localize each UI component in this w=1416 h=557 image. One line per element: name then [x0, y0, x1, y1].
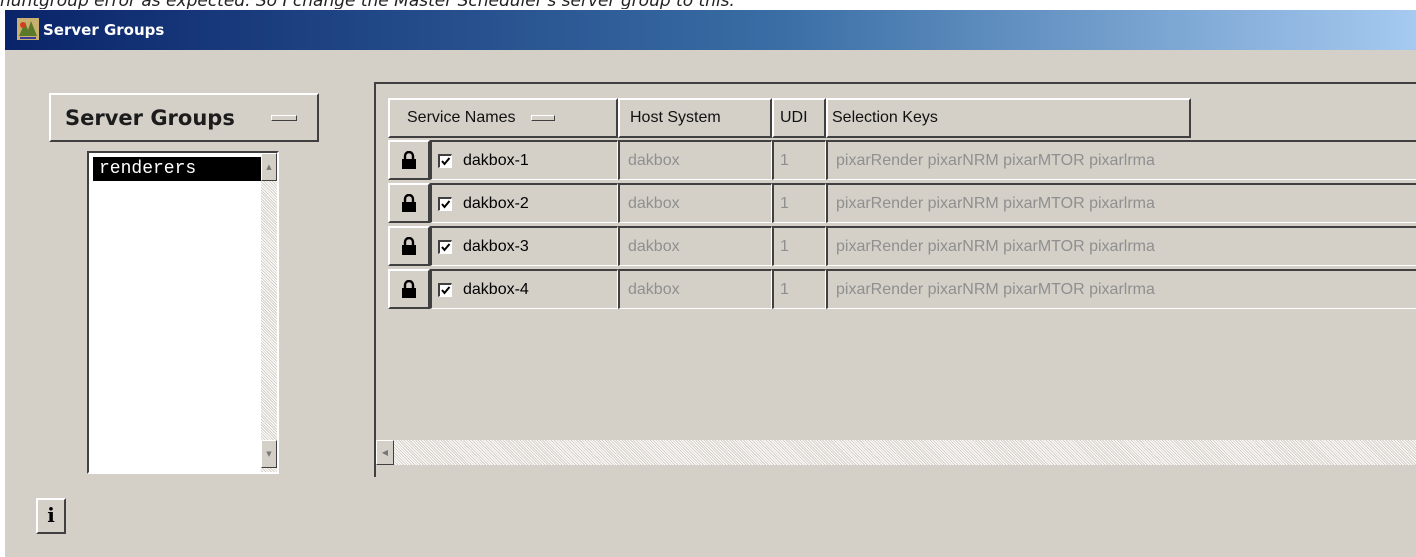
host-system-cell: dakbox: [618, 226, 772, 266]
checkmark-icon: [441, 199, 451, 209]
udi-cell: 1: [772, 226, 826, 266]
service-name: dakbox-3: [463, 237, 529, 255]
scroll-left-arrow-icon[interactable]: ◀: [376, 440, 394, 465]
lock-icon: [402, 151, 416, 169]
host-system-cell: dakbox: [618, 183, 772, 223]
service-name-cell: dakbox-1: [430, 140, 618, 180]
host-system-cell: dakbox: [618, 269, 772, 309]
column-header-udi[interactable]: UDI: [772, 98, 826, 138]
service-enabled-checkbox[interactable]: [438, 239, 452, 254]
info-icon: i: [47, 503, 55, 527]
lock-icon: [402, 194, 416, 212]
checkmark-icon: [441, 242, 451, 252]
udi-cell: 1: [772, 269, 826, 309]
service-name-cell: dakbox-2: [430, 183, 618, 223]
service-names-menu-button[interactable]: Service Names: [388, 98, 618, 138]
scroll-down-arrow-icon[interactable]: ▼: [261, 440, 277, 468]
host-system-cell: dakbox: [618, 140, 772, 180]
title-bar[interactable]: Server Groups: [5, 10, 1416, 50]
lock-button[interactable]: [388, 183, 430, 223]
vertical-scrollbar[interactable]: ▲ ▼: [261, 153, 277, 472]
info-button[interactable]: i: [36, 498, 66, 534]
service-name-cell: dakbox-4: [430, 269, 618, 309]
lock-button[interactable]: [388, 140, 430, 180]
selection-keys-cell: pixarRender pixarNRM pixarMTOR pixarlrma: [826, 183, 1416, 223]
lock-button[interactable]: [388, 269, 430, 309]
horizontal-scrollbar[interactable]: ◀: [376, 440, 1416, 465]
column-header-selection-keys[interactable]: Selection Keys: [826, 98, 1191, 138]
service-name: dakbox-4: [463, 280, 529, 298]
window-title: Server Groups: [43, 21, 165, 39]
service-name: dakbox-1: [463, 151, 529, 169]
scroll-up-arrow-icon[interactable]: ▲: [261, 153, 277, 181]
service-name-cell: dakbox-3: [430, 226, 618, 266]
menu-indicator-icon: [531, 115, 556, 121]
column-header-host-system[interactable]: Host System: [618, 98, 772, 138]
udi-cell: 1: [772, 140, 826, 180]
server-groups-window: Server Groups Server Groups renderers ▲ …: [4, 9, 1416, 557]
server-groups-listbox[interactable]: renderers: [91, 155, 261, 470]
service-name: dakbox-2: [463, 194, 529, 212]
checkmark-icon: [441, 285, 451, 295]
service-enabled-checkbox[interactable]: [438, 282, 452, 297]
list-item[interactable]: renderers: [93, 157, 261, 181]
selection-keys-cell: pixarRender pixarNRM pixarMTOR pixarlrma: [826, 269, 1416, 309]
table-row[interactable]: dakbox-3 dakbox 1 pixarRender pixarNRM p…: [388, 226, 1416, 266]
service-enabled-checkbox[interactable]: [438, 196, 452, 211]
server-groups-menu-button[interactable]: Server Groups: [49, 93, 319, 142]
lock-button[interactable]: [388, 226, 430, 266]
service-enabled-checkbox[interactable]: [438, 153, 452, 168]
services-table: Service Names Host System UDI Selection …: [374, 82, 1416, 477]
table-row[interactable]: dakbox-4 dakbox 1 pixarRender pixarNRM p…: [388, 269, 1416, 309]
table-row[interactable]: dakbox-2 dakbox 1 pixarRender pixarNRM p…: [388, 183, 1416, 223]
lock-icon: [402, 237, 416, 255]
server-groups-list[interactable]: renderers ▲ ▼: [87, 151, 279, 474]
lock-icon: [402, 280, 416, 298]
app-icon: [17, 18, 39, 40]
selection-keys-cell: pixarRender pixarNRM pixarMTOR pixarlrma: [826, 226, 1416, 266]
service-names-header-label: Service Names: [407, 109, 516, 126]
page-caption: huntgroup error as expected. So I change…: [0, 0, 1416, 9]
selection-keys-cell: pixarRender pixarNRM pixarMTOR pixarlrma: [826, 140, 1416, 180]
udi-cell: 1: [772, 183, 826, 223]
menu-indicator-icon: [271, 115, 297, 121]
server-groups-menu-label: Server Groups: [65, 105, 235, 130]
checkmark-icon: [441, 156, 451, 166]
table-row[interactable]: dakbox-1 dakbox 1 pixarRender pixarNRM p…: [388, 140, 1416, 180]
